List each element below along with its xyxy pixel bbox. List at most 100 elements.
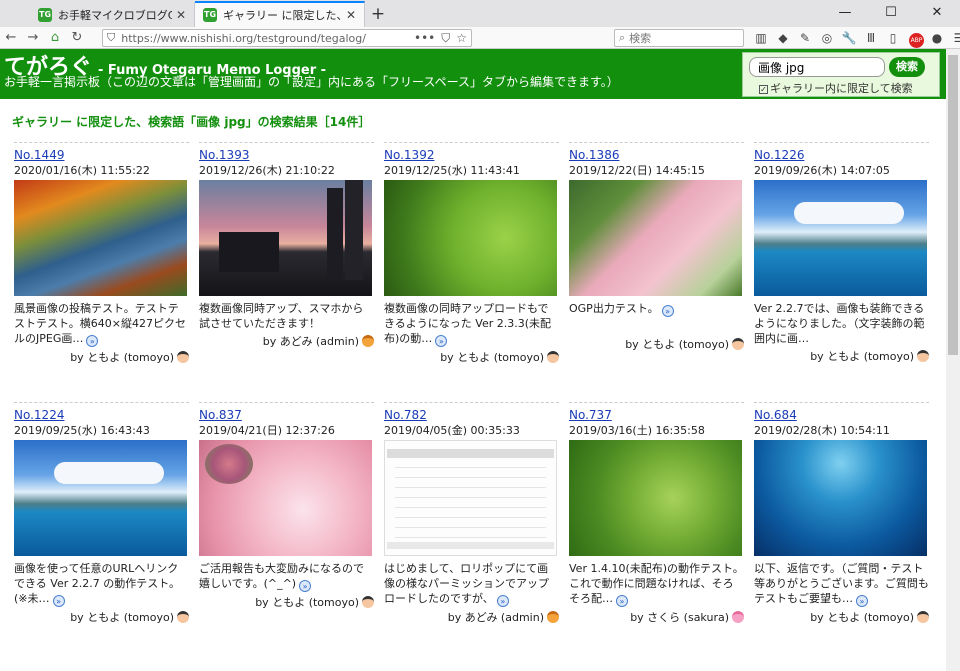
post-thumbnail[interactable]	[754, 180, 927, 296]
page-content: てがろぐ - Fumy Otegaru Memo Logger - お手軽一言掲示…	[0, 49, 946, 671]
avatar-icon	[732, 611, 744, 623]
page-scrollbar[interactable]	[946, 49, 960, 671]
read-more-icon[interactable]: »	[52, 595, 65, 607]
post-card: No.684 2019/02/28(木) 10:54:11 以下、返信です。（ご…	[754, 402, 929, 625]
post-thumbnail[interactable]	[754, 440, 927, 556]
site-favicon-icon: TG	[38, 7, 52, 22]
refresh-icon[interactable]: ↻	[66, 30, 88, 45]
home-icon[interactable]: ⌂	[44, 30, 66, 45]
post-author: by ともよ (tomoyo)	[14, 610, 189, 625]
read-more-icon[interactable]: »	[496, 595, 509, 607]
read-more-icon[interactable]: »	[299, 580, 312, 592]
wrench-icon[interactable]: 🔧	[838, 30, 860, 48]
pocket-icon[interactable]: ⛉	[441, 31, 450, 46]
avatar-icon	[362, 596, 374, 608]
post-link[interactable]: No.1224	[14, 408, 189, 423]
globe-icon[interactable]: ◎	[816, 30, 838, 48]
post-link[interactable]: No.737	[569, 408, 744, 423]
search-input[interactable]	[749, 57, 885, 77]
close-window-icon[interactable]: ✕	[914, 0, 960, 27]
extension-icon[interactable]: ✎	[794, 30, 816, 48]
post-card: No.1392 2019/12/25(水) 11:43:41 複数画像の同時アッ…	[384, 142, 559, 365]
post-thumbnail[interactable]	[14, 180, 187, 296]
sidebar-icon[interactable]: ▯	[882, 30, 904, 48]
browser-tab-active[interactable]: TG ギャラリー に限定した、検索語「画像 ✕	[195, 1, 365, 27]
read-more-icon[interactable]: »	[616, 595, 628, 607]
avatar-icon	[917, 611, 929, 623]
post-date: 2019/12/26(木) 21:10:22	[199, 164, 335, 177]
browser-search-input[interactable]: ⌕ 検索	[614, 29, 744, 47]
post-link[interactable]: No.1386	[569, 148, 744, 163]
minimize-icon[interactable]: —	[822, 0, 868, 27]
site-favicon-icon: TG	[203, 8, 217, 22]
post-thumbnail[interactable]	[199, 440, 372, 556]
search-icon: ⌕	[619, 31, 626, 44]
post-date: 2020/01/16(木) 11:55:22	[14, 164, 150, 177]
bookmark-star-icon[interactable]: ☆	[456, 31, 467, 45]
gallery-filter-checkbox[interactable]: ✓ ギャラリー内に限定して検索	[759, 80, 913, 96]
post-author: by あどみ (admin)	[199, 334, 374, 349]
post-date: 2019/12/25(水) 11:43:41	[384, 164, 520, 177]
account-icon[interactable]: ●	[926, 30, 948, 48]
scrollbar-thumb[interactable]	[948, 55, 958, 355]
post-link[interactable]: No.837	[199, 408, 374, 423]
post-text: はじめまして、ロリポップにて画像の様なパーミッションでアップロードしたのですが、…	[384, 562, 549, 607]
shield-icon: ⛉	[107, 31, 116, 44]
post-thumbnail[interactable]	[384, 440, 557, 556]
post-thumbnail[interactable]	[14, 440, 187, 556]
post-date: 2019/03/16(土) 16:35:58	[569, 424, 705, 437]
avatar-icon	[177, 611, 189, 623]
toolbar-icons: ▥ ◆ ✎ ◎ 🔧 Ⅲ ▯ ABP ● ☰	[750, 30, 960, 48]
post-text: Ver 2.2.7では、画像も装飾できるようになりました。（文字装飾の範囲内に画…	[754, 302, 925, 345]
post-card: No.837 2019/04/21(日) 12:37:26 ご活用報告も大変励み…	[199, 402, 374, 610]
menu-icon[interactable]: ☰	[948, 30, 960, 48]
search-button[interactable]: 検索	[889, 57, 925, 77]
forward-icon[interactable]: →	[22, 30, 44, 45]
avatar-icon	[547, 351, 559, 363]
post-date: 2019/02/28(木) 10:54:11	[754, 424, 890, 437]
post-link[interactable]: No.684	[754, 408, 929, 423]
maximize-icon[interactable]: ☐	[868, 0, 914, 27]
avatar-icon	[177, 351, 189, 363]
page-actions-icon[interactable]: •••	[414, 31, 435, 45]
post-card: No.1224 2019/09/25(水) 16:43:43 画像を使って任意の…	[14, 402, 189, 625]
post-link[interactable]: No.1393	[199, 148, 374, 163]
avatar-icon	[547, 611, 559, 623]
post-thumbnail[interactable]	[384, 180, 557, 296]
post-thumbnail[interactable]	[199, 180, 372, 296]
library-shelf-icon[interactable]: Ⅲ	[860, 30, 882, 48]
new-tab-button[interactable]: +	[365, 2, 391, 27]
url-bar[interactable]: ⛉ https://www.nishishi.org/testground/te…	[102, 29, 472, 47]
post-link[interactable]: No.1392	[384, 148, 559, 163]
read-more-icon[interactable]: »	[661, 305, 674, 317]
post-date: 2019/09/25(水) 16:43:43	[14, 424, 150, 437]
library-icon[interactable]: ▥	[750, 30, 772, 48]
post-text: 複数画像同時アップ、スマホから試させていただきます！	[199, 302, 364, 330]
read-more-icon[interactable]: »	[435, 335, 448, 347]
site-header: てがろぐ - Fumy Otegaru Memo Logger - お手軽一言掲示…	[0, 49, 946, 99]
adblock-icon[interactable]: ABP	[904, 30, 926, 48]
avatar-icon	[362, 335, 374, 347]
read-more-icon[interactable]: »	[86, 335, 99, 347]
back-icon[interactable]: ←	[0, 30, 22, 45]
post-thumbnail[interactable]	[569, 180, 742, 296]
post-author: by あどみ (admin)	[384, 610, 559, 625]
search-box: 検索 ✓ギャラリー内に限定して検索	[742, 52, 940, 97]
read-more-icon[interactable]: »	[856, 595, 868, 607]
post-author: by さくら (sakura)	[569, 610, 744, 625]
browser-navbar: ← → ⌂ ↻ ⛉ https://www.nishishi.org/testg…	[0, 27, 960, 49]
post-author: by ともよ (tomoyo)	[14, 350, 189, 365]
post-date: 2019/12/22(日) 14:45:15	[569, 164, 705, 177]
post-thumbnail[interactable]	[569, 440, 742, 556]
post-link[interactable]: No.1449	[14, 148, 189, 163]
post-link[interactable]: No.782	[384, 408, 559, 423]
post-card: No.782 2019/04/05(金) 00:35:33 はじめまして、ロリポ…	[384, 402, 559, 625]
extension-icon[interactable]: ◆	[772, 30, 794, 48]
close-tab-icon[interactable]: ✕	[346, 8, 356, 22]
search-placeholder: 検索	[629, 32, 652, 45]
close-tab-icon[interactable]: ✕	[176, 8, 186, 22]
result-heading: ギャラリー に限定した、検索語「画像 jpg」の検索結果［14件］	[12, 115, 371, 129]
checkbox-checked-icon: ✓	[759, 85, 768, 94]
post-link[interactable]: No.1226	[754, 148, 929, 163]
browser-tab[interactable]: TG お手軽マイクロブログCGI「てがろぐ」 ✕	[30, 2, 195, 27]
